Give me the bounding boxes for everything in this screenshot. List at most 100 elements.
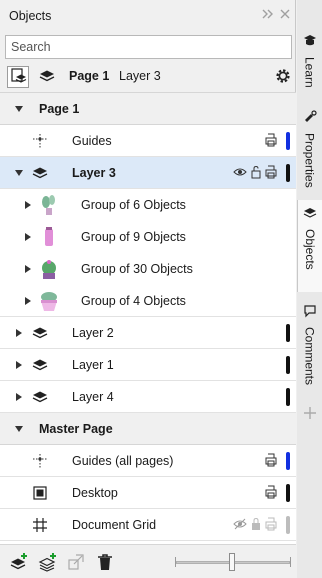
search-box[interactable] bbox=[5, 35, 292, 59]
document-grid-label: Document Grid bbox=[72, 517, 157, 532]
printer-icon[interactable] bbox=[264, 517, 278, 531]
plant-thumbnail-icon bbox=[38, 194, 60, 216]
add-tab-icon bbox=[303, 406, 317, 423]
hide-panel-icon[interactable] bbox=[262, 9, 274, 22]
collapse-caret-icon[interactable] bbox=[14, 168, 24, 178]
layers-button[interactable] bbox=[36, 66, 58, 88]
hidden-eye-icon[interactable] bbox=[233, 517, 247, 531]
current-layer-label: Layer 3 bbox=[119, 69, 161, 83]
delete-icon[interactable] bbox=[95, 552, 115, 572]
expand-caret-icon[interactable] bbox=[23, 264, 33, 274]
objects-panel: Objects Search Page 1 Layer 3 Page 1 Gui… bbox=[0, 0, 296, 578]
objects-toolbar: Page 1 Layer 3 bbox=[0, 62, 296, 92]
desktop-icon bbox=[29, 482, 51, 504]
collapse-caret-icon[interactable] bbox=[14, 104, 24, 114]
layer3-label: Layer 3 bbox=[72, 165, 116, 180]
tree-row-master-page[interactable]: Master Page bbox=[0, 413, 296, 445]
tab-objects[interactable]: Objects bbox=[297, 200, 322, 292]
group9-label: Group of 9 Objects bbox=[81, 230, 186, 244]
settings-gear-icon bbox=[274, 67, 292, 88]
tab-properties-label: Properties bbox=[302, 133, 317, 188]
layer-color-bar[interactable] bbox=[286, 516, 290, 534]
tab-comments[interactable]: Comments bbox=[297, 298, 322, 390]
layer-icon bbox=[29, 162, 51, 184]
guides-icon bbox=[29, 450, 51, 472]
tree-row-group30[interactable]: Group of 30 Objects bbox=[0, 253, 296, 285]
tree-row-layer4[interactable]: Layer 4 bbox=[0, 381, 296, 413]
search-input[interactable] bbox=[11, 40, 291, 54]
tree-row-group9[interactable]: Group of 9 Objects bbox=[0, 221, 296, 253]
page-layer-view-icon bbox=[9, 67, 27, 88]
group4-label: Group of 4 Objects bbox=[81, 293, 186, 308]
layer-color-bar[interactable] bbox=[286, 164, 290, 182]
close-panel-icon[interactable] bbox=[280, 9, 290, 22]
eye-icon[interactable] bbox=[233, 165, 247, 179]
tab-learn[interactable]: Learn bbox=[297, 28, 322, 98]
tree-row-guides[interactable]: Guides bbox=[0, 125, 296, 157]
printer-icon[interactable] bbox=[264, 453, 278, 467]
add-tab-button[interactable] bbox=[297, 400, 322, 426]
objects-tab-icon bbox=[303, 206, 317, 223]
settings-button[interactable] bbox=[272, 66, 294, 88]
tab-properties[interactable]: Properties bbox=[297, 104, 322, 190]
current-page-label: Page 1 bbox=[69, 69, 110, 83]
tab-comments-label: Comments bbox=[302, 327, 317, 386]
layer1-label: Layer 1 bbox=[72, 357, 114, 372]
expand-caret-icon[interactable] bbox=[23, 296, 33, 306]
tree-row-group6[interactable]: Group of 6 Objects bbox=[0, 189, 296, 221]
layer-color-bar[interactable] bbox=[286, 132, 290, 150]
tab-learn-label: Learn bbox=[302, 57, 317, 88]
expand-caret-icon[interactable] bbox=[23, 232, 33, 242]
layer-color-bar[interactable] bbox=[286, 324, 290, 342]
expand-caret-icon[interactable] bbox=[14, 328, 24, 338]
grid-icon bbox=[29, 514, 51, 536]
page1-label: Page 1 bbox=[39, 101, 80, 116]
panel-titlebar: Objects bbox=[0, 0, 296, 32]
tree-row-layer2[interactable]: Layer 2 bbox=[0, 317, 296, 349]
printer-icon[interactable] bbox=[264, 133, 278, 147]
new-master-layer-icon[interactable] bbox=[38, 552, 58, 572]
expand-caret-icon[interactable] bbox=[14, 360, 24, 370]
expand-caret-icon[interactable] bbox=[14, 392, 24, 402]
tree-row-guides-all[interactable]: Guides (all pages) bbox=[0, 445, 296, 477]
panel-title: Objects bbox=[9, 9, 52, 23]
desktop-label: Desktop bbox=[72, 485, 118, 500]
succulent-thumbnail-icon bbox=[38, 290, 60, 312]
new-layer-icon[interactable] bbox=[9, 552, 29, 572]
printer-icon[interactable] bbox=[264, 165, 278, 179]
layer-color-bar[interactable] bbox=[286, 452, 290, 470]
docker-tab-rail: Learn Properties Objects Comments bbox=[297, 0, 322, 578]
tree-row-layer1[interactable]: Layer 1 bbox=[0, 349, 296, 381]
cactus-thumbnail-icon bbox=[38, 258, 60, 280]
comments-icon bbox=[303, 304, 317, 321]
thumbnail-size-slider-thumb[interactable] bbox=[229, 553, 235, 571]
tree-row-desktop[interactable]: Desktop bbox=[0, 477, 296, 509]
tree-row-group4[interactable]: Group of 4 Objects bbox=[0, 285, 296, 317]
layer-color-bar[interactable] bbox=[286, 484, 290, 502]
layer-icon bbox=[29, 386, 51, 408]
unlock-icon[interactable] bbox=[249, 165, 263, 179]
layer4-label: Layer 4 bbox=[72, 389, 114, 404]
expand-caret-icon[interactable] bbox=[23, 200, 33, 210]
collapse-caret-icon[interactable] bbox=[14, 424, 24, 434]
properties-icon bbox=[303, 110, 317, 127]
tab-objects-label: Objects bbox=[303, 229, 317, 270]
printer-icon[interactable] bbox=[264, 485, 278, 499]
move-to-layer-icon[interactable] bbox=[66, 552, 86, 572]
guides-all-label: Guides (all pages) bbox=[72, 453, 174, 468]
objects-bottombar bbox=[0, 544, 296, 578]
guides-icon bbox=[29, 130, 51, 152]
tree-row-page1[interactable]: Page 1 bbox=[0, 93, 296, 125]
tree-row-layer3[interactable]: Layer 3 bbox=[0, 157, 296, 189]
layer-icon bbox=[29, 354, 51, 376]
layer-color-bar[interactable] bbox=[286, 388, 290, 406]
zoom-slider-max-tick bbox=[290, 557, 291, 567]
objects-tree: Page 1 Guides Layer 3 Group of 6 Objects… bbox=[0, 92, 296, 544]
page-layer-view-button[interactable] bbox=[7, 66, 29, 88]
learn-icon bbox=[303, 34, 317, 51]
layer-color-bar[interactable] bbox=[286, 356, 290, 374]
layer-icon bbox=[29, 322, 51, 344]
lock-icon[interactable] bbox=[249, 517, 263, 531]
master-page-label: Master Page bbox=[39, 421, 113, 436]
tree-row-document-grid[interactable]: Document Grid bbox=[0, 509, 296, 541]
